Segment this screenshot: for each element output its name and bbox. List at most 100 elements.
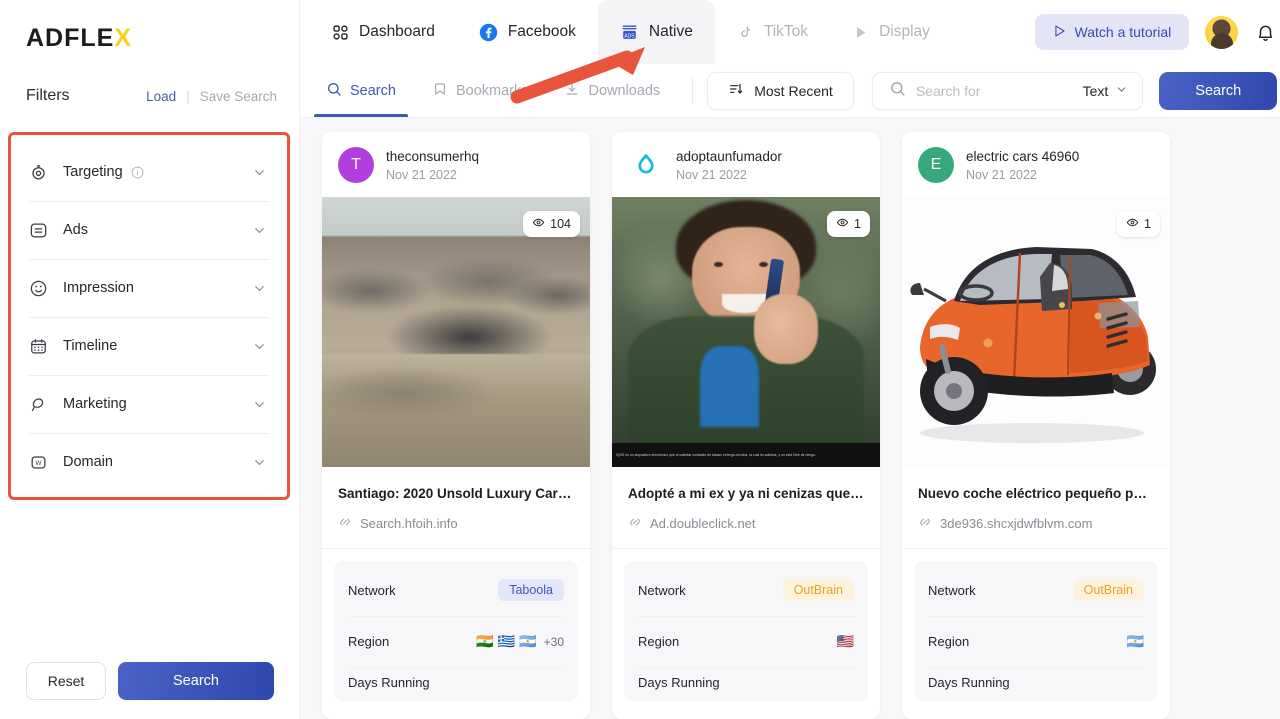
save-search-link[interactable]: Save Search	[200, 89, 277, 104]
filters-panel-highlight: Targeting Ads	[8, 132, 290, 500]
chevron-down-icon	[1115, 83, 1128, 99]
bell-icon[interactable]	[1254, 21, 1277, 44]
filter-group-targeting[interactable]: Targeting	[11, 143, 287, 201]
chevron-down-icon[interactable]	[252, 339, 267, 354]
tab-downloads[interactable]: Downloads	[550, 65, 674, 117]
meta-row-days-running: Days Running	[348, 667, 564, 697]
toolbar-divider	[692, 78, 693, 104]
nav-tab-native[interactable]: ADS Native	[598, 0, 715, 64]
topbar-actions: Watch a tutorial	[1035, 14, 1278, 50]
status-badge: 1	[827, 211, 870, 237]
toolbar-tab-list: Search Bookmarks	[312, 65, 674, 117]
nav-tab-facebook[interactable]: Facebook	[457, 0, 598, 64]
watch-tutorial-label: Watch a tutorial	[1075, 24, 1172, 40]
smiley-icon	[29, 279, 55, 298]
search-icon	[889, 80, 906, 102]
meta-label: Region	[638, 634, 679, 649]
sidebar-search-button[interactable]: Search	[118, 662, 274, 700]
flag-icon: 🇦🇷	[519, 633, 536, 650]
ads-icon	[29, 221, 55, 240]
sort-icon	[728, 81, 744, 100]
load-search-link[interactable]: Load	[146, 89, 176, 104]
native-icon: ADS	[620, 23, 639, 42]
card-image[interactable]: IQOS es un dispositivo electrónico que a…	[612, 197, 880, 467]
content-toolbar: Search Bookmarks	[300, 64, 1280, 118]
card-image[interactable]: 104	[322, 197, 590, 467]
sort-dropdown[interactable]: Most Recent	[707, 72, 854, 110]
card-image[interactable]: 1	[902, 197, 1170, 467]
card-header: T theconsumerhq Nov 21 2022	[322, 132, 590, 197]
filter-label-domain: Domain	[63, 454, 113, 470]
ad-card[interactable]: adoptaunfumador Nov 21 2022	[612, 132, 880, 719]
meta-label: Network	[928, 583, 976, 598]
ad-card[interactable]: E electric cars 46960 Nov 21 2022	[902, 132, 1170, 719]
ad-card[interactable]: T theconsumerhq Nov 21 2022 1	[322, 132, 590, 719]
filter-label-targeting: Targeting	[63, 164, 123, 180]
link-icon	[338, 515, 352, 532]
nav-tab-tiktok[interactable]: TikTok	[715, 0, 830, 64]
filter-group-timeline[interactable]: Timeline	[11, 317, 287, 375]
card-link[interactable]: Ad.doubleclick.net	[612, 503, 880, 549]
search-submit-button[interactable]: Search	[1159, 72, 1277, 110]
region-flags: 🇦🇷	[1127, 633, 1144, 650]
link-icon	[918, 515, 932, 532]
ad-card-grid: T theconsumerhq Nov 21 2022 1	[300, 118, 1280, 719]
filter-group-domain[interactable]: W Domain	[11, 433, 287, 491]
tiktok-icon	[737, 24, 754, 41]
card-link[interactable]: 3de936.shcxjdwfblvm.com	[902, 503, 1170, 549]
nav-tab-dashboard[interactable]: Dashboard	[310, 0, 457, 64]
flag-icon: 🇺🇸	[837, 633, 854, 650]
filter-group-ads[interactable]: Ads	[11, 201, 287, 259]
nav-tab-display[interactable]: Display	[830, 0, 952, 64]
avatar: E	[918, 147, 954, 183]
search-input[interactable]	[916, 83, 1063, 99]
tab-label-search: Search	[350, 83, 396, 99]
filters-title: Filters	[26, 87, 70, 105]
card-header: E electric cars 46960 Nov 21 2022	[902, 132, 1170, 197]
card-link[interactable]: Search.hfoih.info	[322, 503, 590, 549]
network-badge: OutBrain	[1073, 579, 1144, 601]
search-field-wrapper[interactable]: Text	[872, 72, 1143, 110]
filter-group-marketing[interactable]: Marketing	[11, 375, 287, 433]
nav-tab-list: Dashboard Facebook	[310, 0, 952, 64]
chevron-down-icon[interactable]	[252, 281, 267, 296]
sidebar: ADFLEX Filters Load | Save Search Target…	[0, 0, 300, 719]
brand-logo[interactable]: ADFLEX	[0, 0, 299, 76]
nav-label-display: Display	[879, 23, 930, 41]
chevron-down-icon[interactable]	[252, 165, 267, 180]
meta-row-region: Region 🇮🇳 🇬🇷 🇦🇷 +30	[348, 616, 564, 667]
card-header: adoptaunfumador Nov 21 2022	[612, 132, 880, 197]
filter-group-impression[interactable]: Impression	[11, 259, 287, 317]
card-meta: Network OutBrain Region 🇺🇸 Days Running	[612, 549, 880, 719]
tab-search[interactable]: Search	[312, 65, 410, 117]
play-circle-icon	[1053, 24, 1067, 41]
region-flags: 🇮🇳 🇬🇷 🇦🇷 +30	[476, 633, 564, 650]
avatar: T	[338, 147, 374, 183]
search-type-dropdown[interactable]: Text	[1073, 83, 1129, 99]
card-username: adoptaunfumador	[676, 149, 782, 164]
view-count: 1	[1144, 217, 1151, 231]
chevron-down-icon[interactable]	[252, 397, 267, 412]
meta-row-network: Network OutBrain	[928, 565, 1144, 616]
user-avatar[interactable]	[1205, 16, 1238, 49]
network-badge: Taboola	[498, 579, 564, 601]
card-meta: Network Taboola Region 🇮🇳 🇬🇷 🇦🇷 +30	[322, 549, 590, 719]
target-icon	[29, 163, 55, 182]
view-count: 104	[550, 217, 571, 231]
watch-tutorial-button[interactable]: Watch a tutorial	[1035, 14, 1190, 50]
info-icon[interactable]	[131, 166, 144, 179]
reset-button[interactable]: Reset	[26, 662, 106, 700]
meta-row-days-running: Days Running	[928, 667, 1144, 697]
meta-row-network: Network Taboola	[348, 565, 564, 616]
filters-header: Filters Load | Save Search	[0, 76, 299, 116]
filter-label-timeline: Timeline	[63, 338, 117, 354]
ad-creative-orange-microcar	[902, 197, 1170, 467]
ad-creative-smiling-man: IQOS es un dispositivo electrónico que a…	[612, 197, 880, 467]
chevron-down-icon[interactable]	[252, 223, 267, 238]
status-badge: 104	[523, 211, 580, 237]
tab-bookmarks[interactable]: Bookmarks	[418, 65, 543, 117]
nav-label-facebook: Facebook	[508, 23, 576, 41]
top-navigation: Dashboard Facebook	[300, 0, 1280, 64]
chevron-down-icon[interactable]	[252, 455, 267, 470]
card-link-text: Ad.doubleclick.net	[650, 516, 756, 531]
